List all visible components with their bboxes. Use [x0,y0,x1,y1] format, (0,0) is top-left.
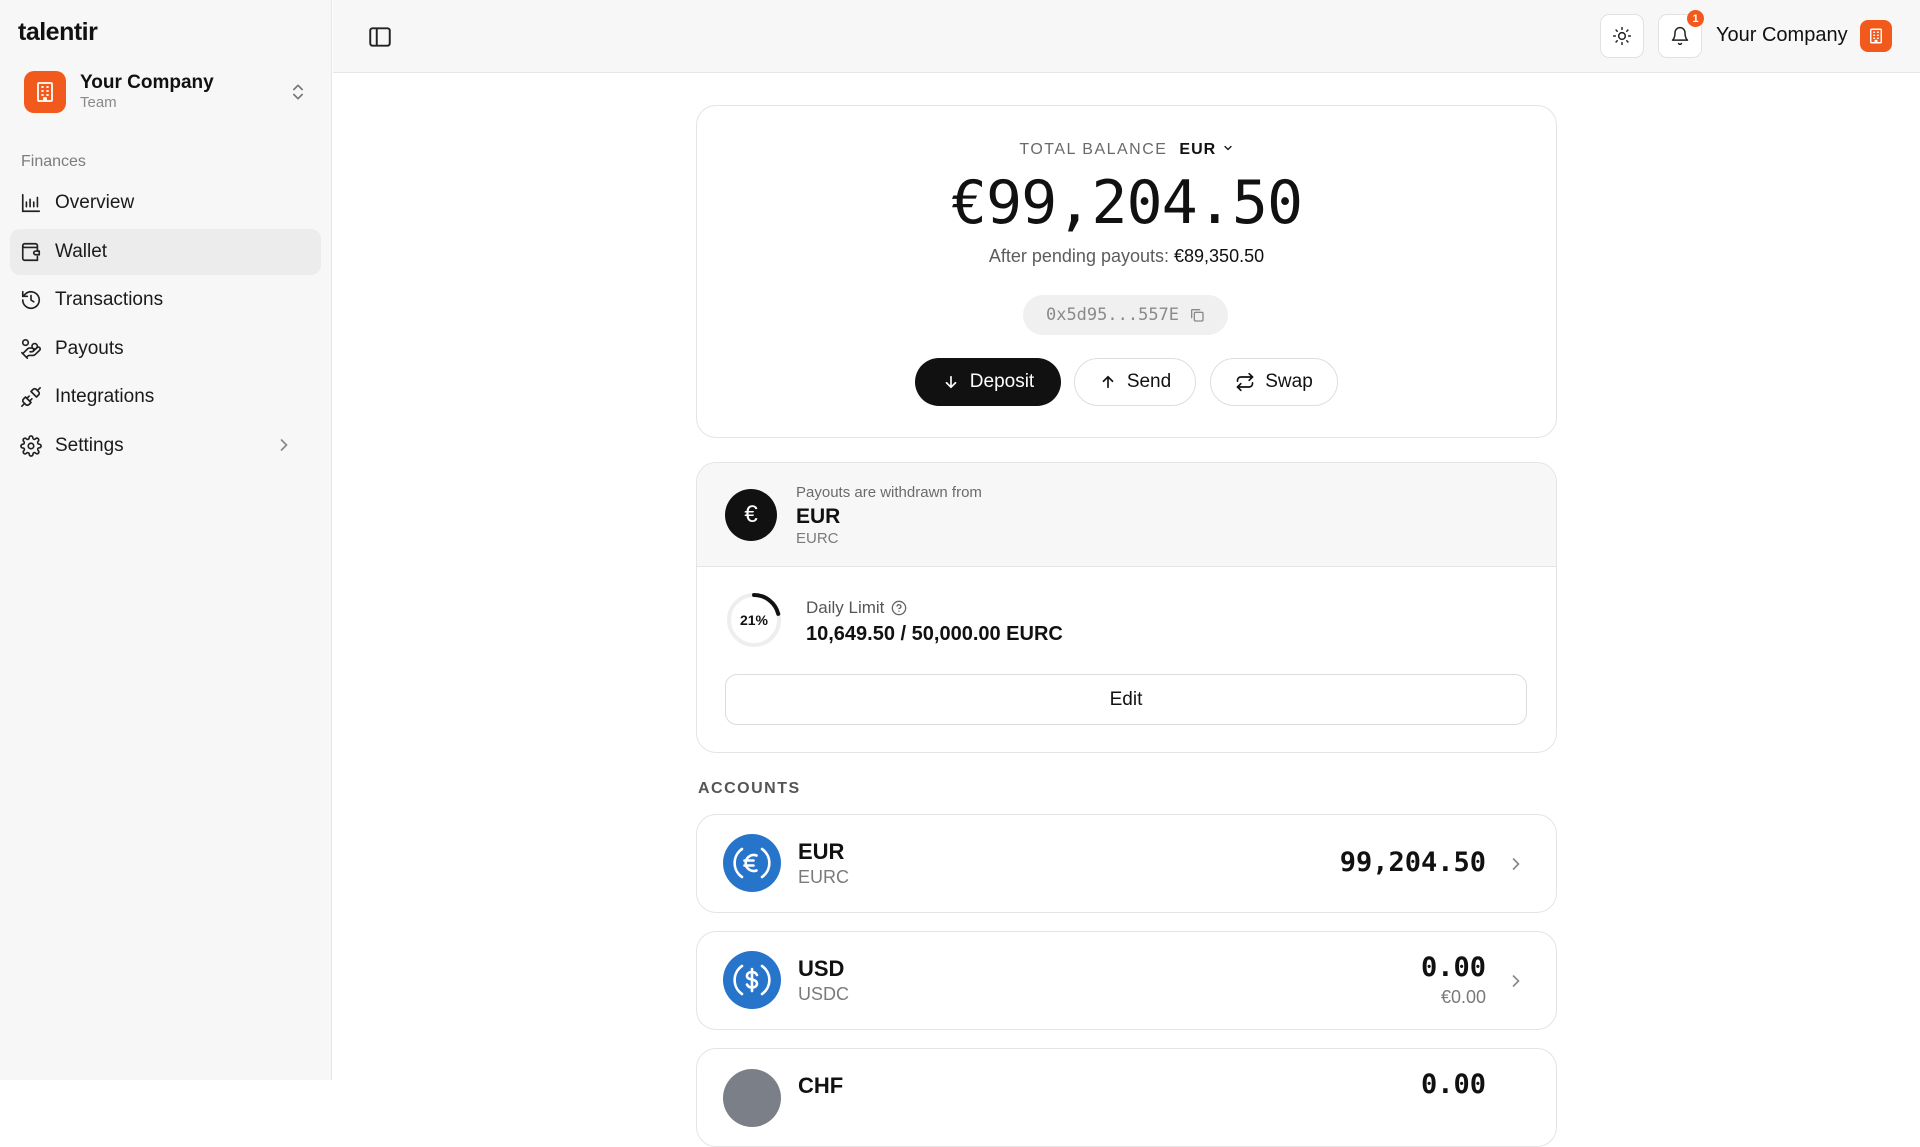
account-amount: 0.00 [1420,952,1486,983]
balance-label: TOTAL BALANCE EUR [697,141,1556,159]
wallet-icon [21,242,41,261]
gear-icon [20,434,42,457]
plug-icon [21,387,41,407]
payout-source-token: EURC [796,530,839,547]
sidebar-item-label: Settings [55,434,124,456]
chart-icon [21,193,41,213]
account-row-usd[interactable]: USD USDC 0.00 €0.00 [696,931,1557,1030]
sidebar-item-overview[interactable]: Overview [10,180,321,226]
copy-icon[interactable] [1189,307,1205,323]
chevron-right-icon [1512,858,1520,870]
team-name: Your Company [80,71,214,93]
total-balance-amount: €99,204.50 [950,168,1303,238]
account-token: USDC [798,984,850,1004]
payout-source-card: € Payouts are withdrawn from EUR EURC 21… [696,462,1557,753]
pending-amount: €89,350.50 [1174,246,1265,266]
account-row-eur[interactable]: EUR EURC 99,204.50 [696,814,1557,913]
account-token: EURC [798,867,850,887]
team-role: Team [80,94,117,112]
sidebar-item-settings[interactable]: Settings [10,423,321,469]
theme-toggle-button[interactable] [1600,14,1644,58]
daily-limit-value: 10,649.50 / 50,000.00 EURC [806,623,1063,645]
company-avatar[interactable] [1860,20,1892,52]
send-label: Send [1126,371,1172,392]
swap-label: Swap [1265,371,1313,392]
account-row-chf[interactable]: CHF 0.00 [696,1048,1557,1147]
daily-limit-label: Daily Limit [806,598,907,618]
account-amount-converted: €0.00 [1440,987,1486,1007]
deposit-button[interactable]: Deposit [915,358,1061,406]
chevron-up-down-icon [293,84,303,100]
bell-icon [1671,26,1689,46]
notifications-button[interactable]: 1 [1658,10,1704,58]
wallet-address[interactable]: 0x5d95...557E [1023,295,1228,335]
arrow-down-icon [945,375,957,389]
deposit-label: Deposit [969,371,1035,392]
notification-badge: 1 [1687,10,1704,27]
payouts-icon [21,338,41,359]
swap-button[interactable]: Swap [1210,358,1338,406]
currency-select[interactable]: EUR [1179,141,1233,158]
daily-limit-label-text: Daily Limit [806,598,885,617]
chevron-right-icon [280,438,288,451]
help-icon[interactable] [891,600,907,616]
account-amount: 99,204.50 [1339,847,1486,878]
payout-source-currency: EUR [796,505,841,528]
usdc-coin-icon [723,951,781,1009]
sidebar-item-label: Transactions [55,289,164,310]
sidebar-item-label: Integrations [55,386,155,407]
sun-icon [1612,26,1632,46]
pending-label: After pending payouts: [988,246,1169,266]
account-currency: USD [798,956,845,981]
sidebar: talentir Your Company Team Finances Over… [0,0,332,1080]
edit-limit-button[interactable]: Edit [725,674,1527,725]
topbar: 1 Your Company [333,0,1920,73]
wallet-address-text: 0x5d95...557E [1045,305,1180,325]
chf-coin-icon [723,1069,781,1127]
pending-payouts: After pending payouts: €89,350.50 [697,246,1556,267]
building-icon [24,71,66,113]
account-currency: EUR [798,839,845,864]
sidebar-item-payouts[interactable]: Payouts [10,326,321,372]
eurc-coin-icon [723,834,781,892]
accounts-heading: ACCOUNTS [698,780,801,797]
company-menu-label[interactable]: Your Company [1716,24,1848,47]
edit-label: Edit [1109,688,1143,710]
sidebar-item-integrations[interactable]: Integrations [10,374,321,420]
payout-source-subtitle: Payouts are withdrawn from [796,484,982,501]
currency-select-value: EUR [1179,141,1217,158]
history-icon [21,290,41,310]
sidebar-nav: Overview Wallet Transactions Payouts Int… [10,180,321,471]
arrow-up-icon [1102,375,1114,389]
account-amount: 0.00 [1420,1069,1486,1100]
sidebar-toggle-icon[interactable] [367,24,393,50]
chevron-down-icon [1224,145,1232,151]
section-label-finances: Finances [21,153,86,170]
sidebar-item-transactions[interactable]: Transactions [10,277,321,323]
brand-logo[interactable]: talentir [18,18,98,47]
sidebar-item-label: Wallet [55,240,108,262]
balance-title: TOTAL BALANCE [1019,141,1168,158]
euro-icon: € [725,489,777,541]
balance-card: TOTAL BALANCE EUR €99,204.50 After pendi… [696,105,1557,438]
sidebar-item-wallet[interactable]: Wallet [10,228,321,275]
team-switcher[interactable]: Your Company Team [12,64,320,120]
send-button[interactable]: Send [1074,358,1196,406]
payout-source-header: € Payouts are withdrawn from EUR EURC [697,463,1556,567]
chevron-right-icon [1512,975,1520,987]
daily-limit-percent: 21% [739,612,769,628]
euro-symbol: € [744,501,758,528]
sidebar-item-label: Payouts [55,337,124,359]
building-icon [1870,28,1882,44]
sidebar-item-label: Overview [55,192,135,213]
account-currency: CHF [798,1073,844,1098]
swap-icon [1236,372,1254,392]
